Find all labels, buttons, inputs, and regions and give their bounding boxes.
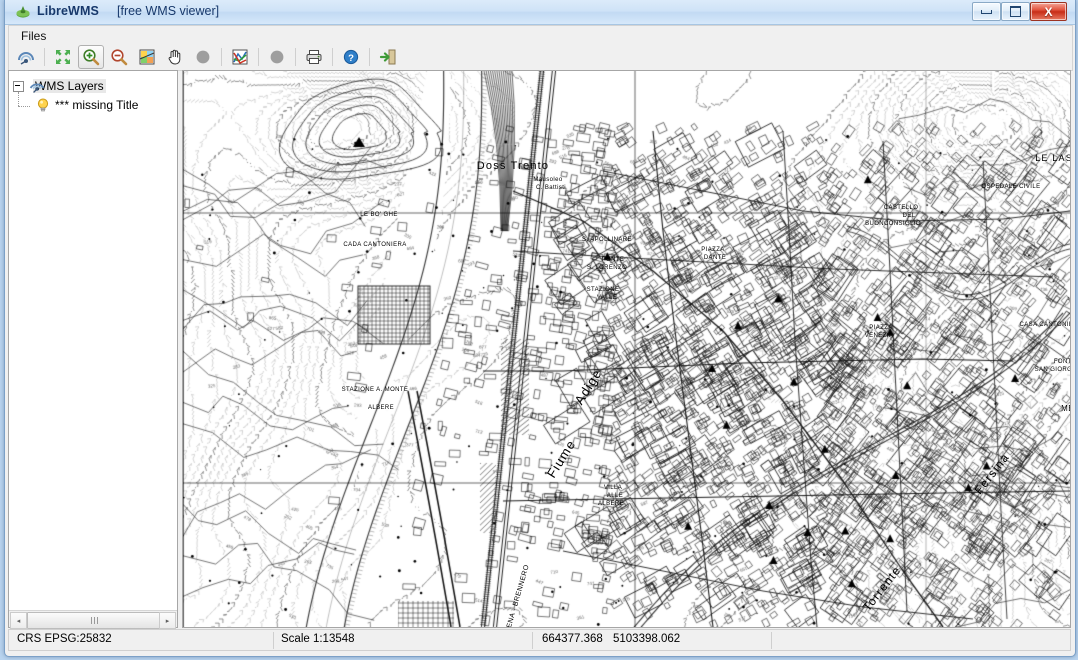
- minimize-icon: [973, 3, 1000, 20]
- scrollbar-thumb[interactable]: [27, 612, 161, 629]
- menu-bar: Files: [8, 25, 1073, 45]
- minimize-button[interactable]: [972, 2, 1001, 21]
- status-coordinate-y: 5103398.062: [613, 633, 681, 645]
- close-button[interactable]: X: [1030, 2, 1067, 21]
- disabled-circle-icon: [190, 45, 216, 69]
- exit-icon[interactable]: [375, 45, 401, 69]
- tree-node-label: *** missing Title: [55, 98, 139, 112]
- collapse-toggle-icon[interactable]: [13, 81, 24, 92]
- scroll-left-arrow-icon[interactable]: ◂: [10, 612, 27, 629]
- status-separator: [273, 632, 274, 649]
- zoom-in-icon[interactable]: [78, 45, 104, 69]
- svg-text:?: ?: [348, 53, 354, 64]
- tree-connector: [18, 92, 20, 106]
- status-scale: Scale 1:13548: [281, 633, 355, 645]
- tree-horizontal-scrollbar[interactable]: ◂ ▸: [9, 610, 177, 629]
- map-view-panel[interactable]: Doss Trento Mausoleo C. Battisti S. APOLLIN…: [182, 70, 1071, 628]
- zoom-fit-icon[interactable]: [50, 45, 76, 69]
- window-subtitle: [free WMS viewer]: [117, 4, 220, 18]
- status-separator: [532, 632, 533, 649]
- pan-hand-icon[interactable]: [162, 45, 188, 69]
- tree-connector-h: [18, 106, 30, 108]
- zoom-out-icon[interactable]: [106, 45, 132, 69]
- chart-icon[interactable]: [227, 45, 253, 69]
- status-bar: CRS EPSG:25832 Scale 1:13548 664377.368 …: [8, 629, 1071, 651]
- tree-node-missing-title[interactable]: *** missing Title: [37, 98, 139, 112]
- scroll-right-arrow-icon[interactable]: ▸: [159, 612, 176, 629]
- layer-tree[interactable]: WMS Layers *** missing Title: [9, 71, 177, 610]
- zoom-full-extent-icon[interactable]: [13, 45, 39, 69]
- content-area: WMS Layers *** missing Title ◂ ▸ Doss Tr…: [8, 70, 1071, 629]
- wms-antenna-icon: [29, 78, 45, 94]
- scrollbar-grip-icon: [90, 617, 98, 624]
- title-bar[interactable]: LibreWMS [free WMS viewer] X: [5, 0, 1075, 25]
- tree-node-wms-layers[interactable]: WMS Layers: [13, 78, 106, 107]
- toolbar: ?: [8, 44, 1073, 71]
- window-title: LibreWMS: [37, 4, 99, 18]
- librewms-window: LibreWMS [free WMS viewer] X Files ? WMS…: [4, 0, 1076, 657]
- maximize-icon: [1002, 3, 1029, 20]
- close-icon: X: [1044, 4, 1053, 19]
- layer-tree-panel[interactable]: WMS Layers *** missing Title ◂ ▸: [8, 70, 178, 629]
- layers-icon[interactable]: [134, 45, 160, 69]
- maximize-button[interactable]: [1001, 2, 1030, 21]
- disabled-circle-2-icon: [264, 45, 290, 69]
- librewms-icon: [15, 4, 31, 20]
- status-separator: [771, 632, 772, 649]
- help-icon[interactable]: ?: [338, 45, 364, 69]
- lightbulb-icon: [35, 97, 51, 113]
- menu-item-files[interactable]: Files: [17, 28, 50, 44]
- print-icon[interactable]: [301, 45, 327, 69]
- status-coordinate-x: 664377.368: [542, 633, 603, 645]
- map-canvas[interactable]: [183, 71, 1070, 627]
- status-crs: CRS EPSG:25832: [17, 633, 112, 645]
